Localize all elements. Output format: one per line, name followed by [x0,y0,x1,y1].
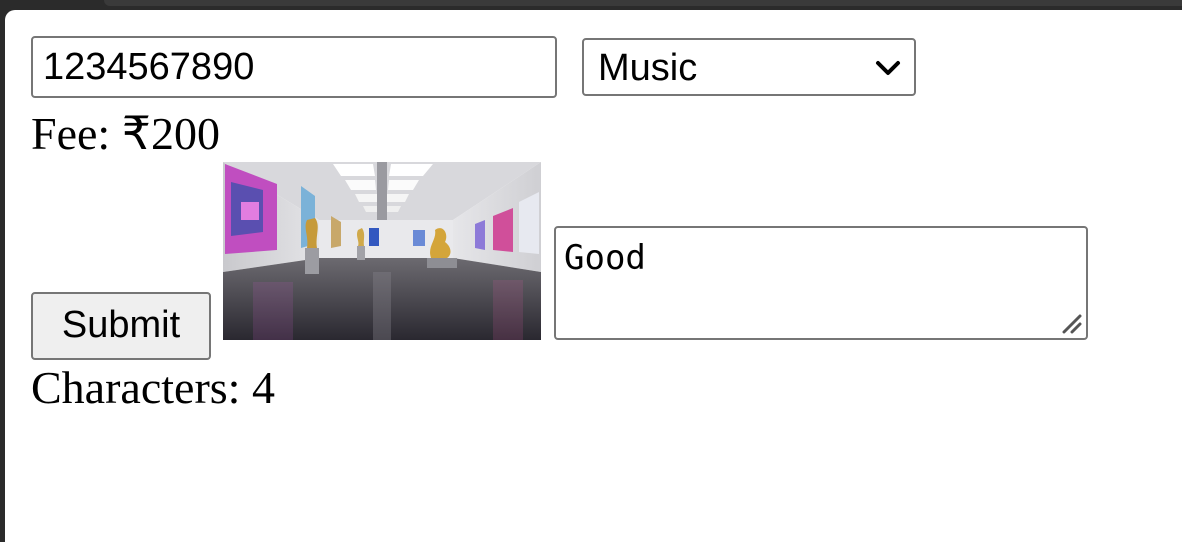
page-viewport: Music Fee: ₹200 Submit [5,10,1182,542]
browser-chrome-strip [0,0,1182,8]
character-count: Characters: 4 [31,362,275,413]
chevron-down-icon [876,61,900,75]
phone-input[interactable] [31,36,557,98]
category-select[interactable]: Music [582,38,916,96]
comment-text: Good [564,238,646,278]
browser-tab-edge [104,0,1182,6]
category-select-value: Music [598,47,698,89]
submit-button[interactable]: Submit [31,292,211,360]
comment-textarea[interactable]: Good [554,226,1088,340]
fee-text: Fee: ₹200 [31,108,220,159]
gallery-image [223,162,541,340]
resize-grip-icon[interactable] [1060,312,1082,334]
